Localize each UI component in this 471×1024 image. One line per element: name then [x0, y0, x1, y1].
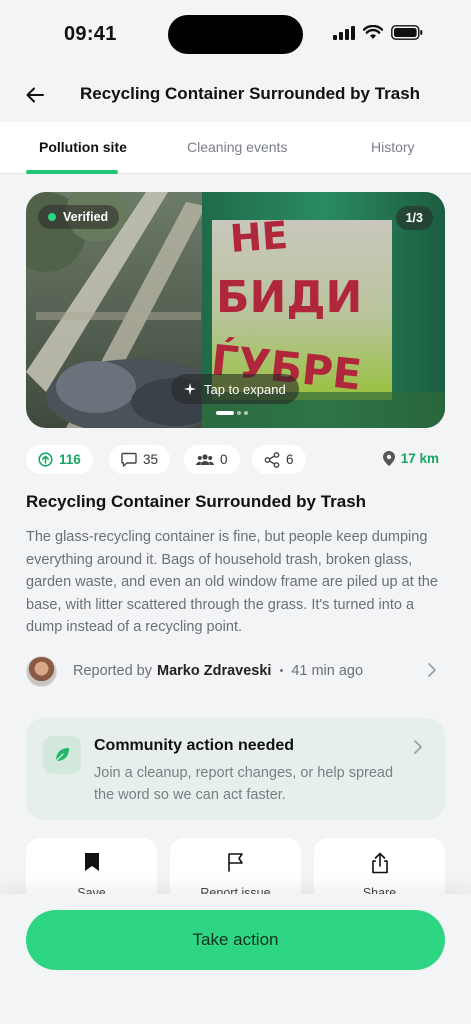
sparkle-icon [184, 383, 196, 395]
page-title: Recycling Container Surrounded by Trash [80, 84, 421, 103]
status-time: 09:41 [64, 23, 117, 45]
flag-icon [227, 853, 243, 872]
reported-by-label: Reported by [73, 663, 152, 679]
action-cards: Save Report issue Share [26, 838, 445, 908]
verified-badge: Verified [38, 205, 120, 229]
active-tab-indicator [26, 170, 118, 174]
page-dot-3 [244, 411, 248, 415]
chevron-right-icon [428, 663, 436, 677]
verified-label: Verified [63, 210, 109, 224]
shares-chip[interactable]: 6 [252, 445, 306, 474]
photo-pagination [216, 411, 248, 415]
tab-cleaning-events[interactable]: Cleaning events [187, 139, 287, 155]
distance-value: 17 km [400, 451, 439, 466]
reporter-row[interactable]: Reported by Marko Zdraveski • 41 min ago [26, 655, 445, 687]
battery-icon [391, 25, 423, 40]
reporter-text: Reported by Marko Zdraveski • 41 min ago [73, 663, 363, 679]
tab-bar: Pollution site Cleaning events History [0, 122, 471, 174]
chevron-right-icon [414, 740, 422, 754]
page-dot-1 [216, 411, 234, 415]
svg-text:НЕ: НЕ [229, 213, 290, 261]
bottom-cta-bar: Take action [0, 894, 471, 1024]
comment-icon [121, 452, 137, 467]
upvote-count: 116 [59, 452, 81, 467]
tab-pollution-site[interactable]: Pollution site [39, 139, 127, 155]
site-photo[interactable]: НЕ БИДИ ЃУБРЕ Verified 1/3 Tap to expand [26, 192, 445, 428]
status-icons [333, 25, 423, 40]
tap-to-expand-label: Tap to expand [204, 381, 286, 397]
tap-to-expand-button[interactable]: Tap to expand [171, 374, 299, 404]
back-button[interactable] [22, 82, 48, 108]
reporter-avatar [26, 655, 57, 687]
community-title: Community action needed [94, 737, 295, 754]
site-title: Recycling Container Surrounded by Trash [26, 492, 367, 511]
community-text: Join a cleanup, report changes, or help … [94, 765, 394, 803]
separator-dot: • [279, 665, 284, 677]
verified-dot-icon [48, 213, 56, 221]
share-nodes-icon [264, 451, 280, 468]
share-count: 6 [286, 452, 294, 467]
upvote-icon [38, 452, 53, 467]
wifi-icon [363, 25, 383, 39]
status-bar: 09:41 [0, 0, 471, 68]
location-pin-icon [382, 451, 395, 466]
comment-count: 35 [143, 452, 159, 467]
distance: 17 km [382, 451, 439, 466]
participant-count: 0 [220, 452, 228, 467]
leaf-icon [55, 748, 69, 762]
svg-text:БИДИ: БИДИ [216, 272, 362, 323]
reporter-name: Marko Zdraveski [157, 663, 272, 679]
tab-history[interactable]: History [371, 139, 415, 155]
comments-chip[interactable]: 35 [109, 445, 171, 474]
community-action-card[interactable]: Community action needed Join a cleanup, … [26, 718, 445, 820]
people-icon [196, 454, 214, 465]
stats-row: 116 35 0 6 17 km [26, 445, 445, 474]
share-icon [371, 852, 388, 874]
dynamic-island [168, 15, 303, 54]
site-description: The glass-recycling container is fine, b… [26, 529, 438, 635]
leaf-icon-box [43, 736, 81, 774]
participants-chip[interactable]: 0 [184, 445, 240, 474]
upvote-chip[interactable]: 116 [26, 445, 93, 474]
top-nav: Recycling Container Surrounded by Trash [0, 68, 471, 122]
signal-icon [333, 25, 355, 40]
report-time: 41 min ago [291, 663, 364, 679]
take-action-button[interactable]: Take action [26, 910, 445, 970]
bookmark-icon [84, 853, 99, 871]
page-dot-2 [237, 411, 241, 415]
photo-counter: 1/3 [395, 206, 433, 230]
arrow-left-icon [26, 87, 44, 103]
